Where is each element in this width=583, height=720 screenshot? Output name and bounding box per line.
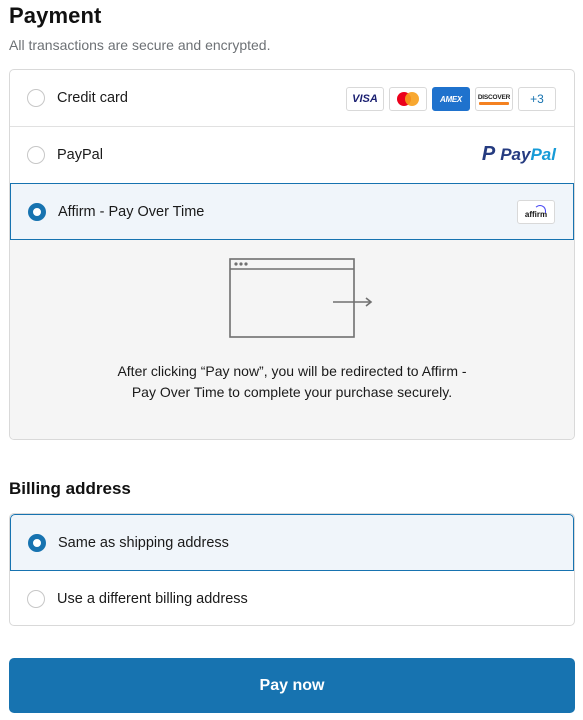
more-cards-badge[interactable]: +3 [518,87,556,111]
billing-title: Billing address [9,479,131,498]
redirect-panel: After clicking “Pay now”, you will be re… [10,240,574,439]
pay-now-button[interactable]: Pay now [9,658,575,713]
payment-option-label: Affirm - Pay Over Time [58,203,205,220]
discover-icon: DISCOVER [475,87,513,111]
payment-option-credit-card[interactable]: Credit card VISA AMEX DISCOVER +3 [10,70,574,127]
billing-option-same[interactable]: Same as shipping address [10,514,574,571]
billing-option-label: Same as shipping address [58,534,229,551]
affirm-logo: affirm [517,200,555,224]
payment-option-label: Credit card [57,90,128,106]
mastercard-icon [389,87,427,111]
same-address-radio[interactable] [28,533,46,552]
payment-option-paypal[interactable]: PayPal P Pay Pal [10,127,574,183]
billing-option-label: Use a different billing address [57,591,248,607]
security-note: All transactions are secure and encrypte… [9,37,271,53]
browser-redirect-icon [229,258,373,338]
credit-card-radio[interactable] [27,89,45,107]
payment-option-affirm[interactable]: Affirm - Pay Over Time affirm [10,183,574,240]
paypal-icon: P [481,143,496,165]
redirect-message: After clicking “Pay now”, you will be re… [117,363,467,400]
affirm-radio[interactable] [28,202,46,221]
billing-options: Same as shipping address Use a different… [9,513,575,626]
billing-option-different[interactable]: Use a different billing address [10,571,574,625]
paypal-radio[interactable] [27,146,45,164]
paypal-logo: P Pay Pal [481,143,556,165]
card-brands: VISA AMEX DISCOVER +3 [346,87,556,111]
amex-icon: AMEX [432,87,470,111]
payment-methods: Credit card VISA AMEX DISCOVER +3 PayPal… [9,69,575,440]
visa-icon: VISA [346,87,384,111]
page-title: Payment [9,3,102,28]
different-address-radio[interactable] [27,590,45,608]
payment-option-label: PayPal [57,147,103,163]
